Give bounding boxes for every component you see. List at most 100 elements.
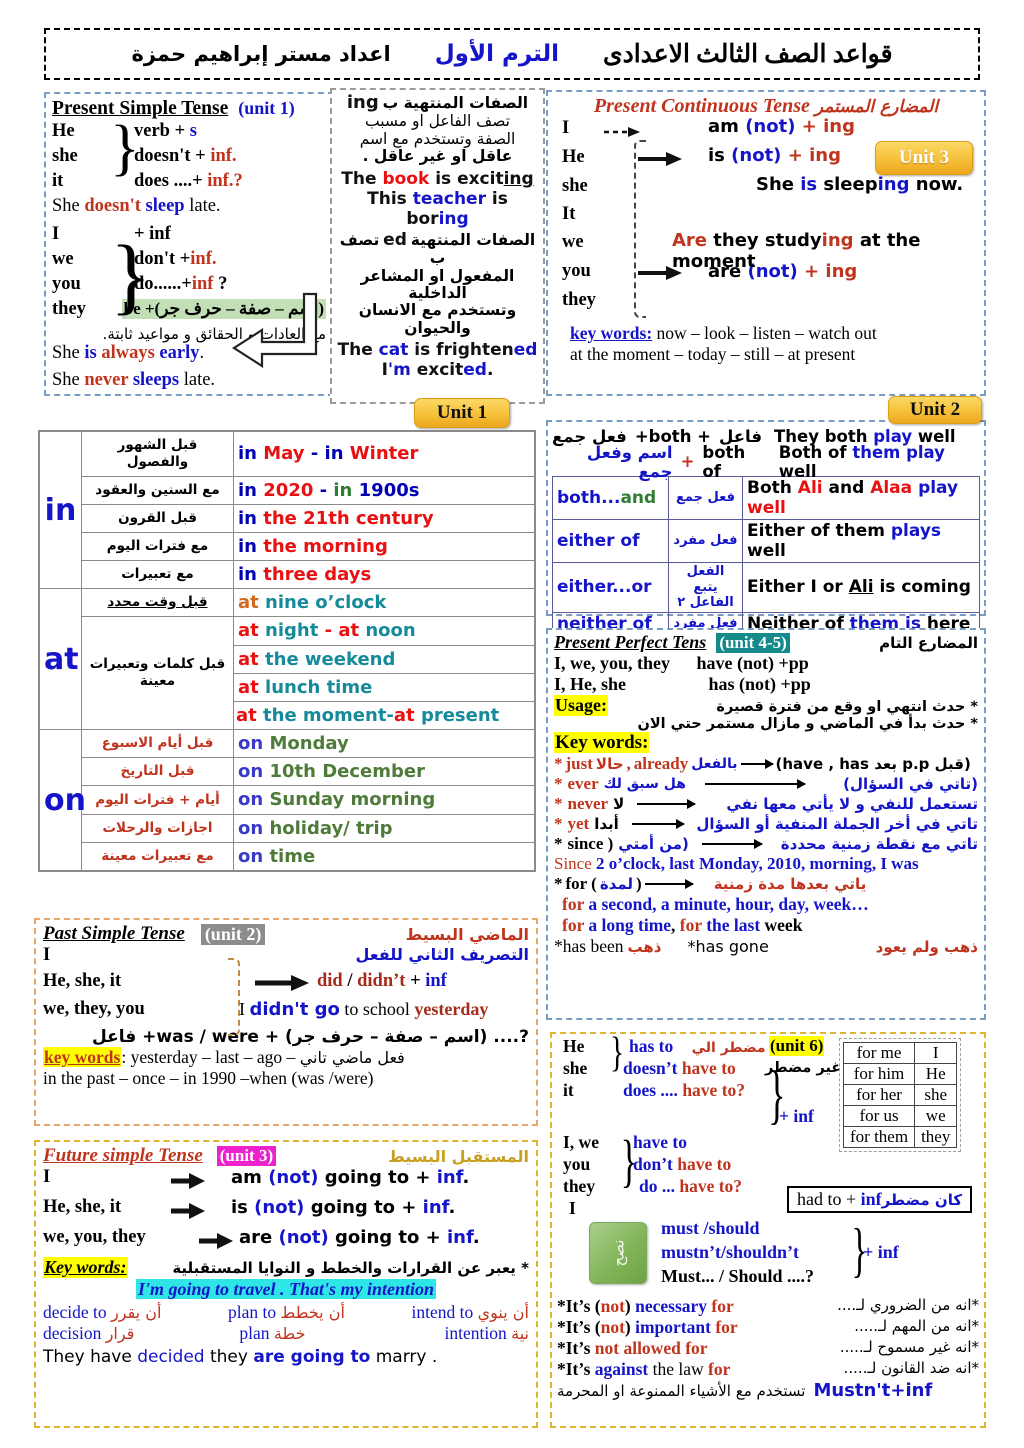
prep-usage-ar: مع فترات اليوم: [81, 531, 234, 562]
keywords-label: key words:: [570, 323, 653, 343]
arrow-icon: [705, 779, 806, 789]
pronoun-they: they: [563, 1176, 596, 1196]
past-row-3: we, they, you I didn't go to school yest…: [43, 999, 529, 1027]
form-text: verb +: [134, 121, 190, 141]
pronoun-i: I: [562, 118, 570, 138]
ex-be: is: [84, 343, 97, 363]
been-gone-row: * has been ذهب *has gone ذهب ولم يعود: [554, 936, 978, 957]
expression-ar: *انه غير مسموح لـ.....: [839, 1338, 979, 1356]
kw-word: never: [567, 794, 609, 813]
badge-unit-3[interactable]: Unit 3: [875, 141, 973, 175]
pronoun-you: you: [52, 274, 81, 294]
arrow-icon: [644, 879, 694, 889]
past-keywords-1: key words: yesterday – last – ago – فعل …: [43, 1047, 529, 1068]
prep-example: on holiday/ trip: [233, 813, 535, 843]
prepositions-table: in قبل الشهور والفصول in May - in Winter…: [38, 430, 536, 872]
pp-usage-1: Usage: * حدث انتهي او وقع من فترة قصيرة: [554, 695, 978, 716]
modal-q: does ....: [623, 1080, 683, 1100]
adj-example-1: The book is exciting: [337, 169, 538, 189]
ex-kw: yesterday: [414, 999, 489, 1019]
connector-label: either...or: [552, 562, 669, 613]
connector-rule-ar: فعل جمع: [668, 476, 743, 520]
ex-pre: *It’s: [557, 1359, 595, 1379]
ex-pre: *It’s (: [557, 1317, 601, 1337]
inf-token: inf: [436, 1167, 463, 1188]
vocab-en: decision: [43, 1323, 102, 1343]
present-simple-group1: } He verb + s she doesn't + inf. it does ..…: [52, 117, 326, 196]
sep: ,: [671, 915, 680, 935]
been-label: has been: [562, 936, 624, 956]
pronoun: I: [914, 1042, 958, 1064]
prep-usage-ar: قبل التاريخ: [81, 757, 234, 787]
bullet: *: [554, 814, 563, 833]
present-simple-heading: Present Simple Tense (unit 1): [52, 98, 326, 120]
badge-unit-1[interactable]: Unit 1: [414, 398, 510, 428]
adj-line-4: عاقل او غير عاقل .: [362, 146, 513, 165]
ex-mid: they study: [707, 230, 822, 251]
future-final-example: They have decided they are going to marr…: [43, 1347, 529, 1367]
ex-pre: The: [337, 340, 379, 361]
adj-line-3: الصفة وتستخدم مع اسم: [359, 129, 516, 148]
ex-suffix: ed: [513, 340, 538, 361]
kw-note: (قبل p.p بعد have , has): [775, 755, 971, 773]
not-token: (not): [731, 145, 782, 166]
ex-body: 2 o’clock, last Monday, 2010, morning, I…: [596, 854, 919, 873]
ing-token: ing: [809, 145, 841, 166]
ex-mid: they: [204, 1347, 254, 1367]
keywords-label: Key words:: [554, 732, 650, 753]
plus-inf-label: + inf: [779, 1106, 814, 1126]
past-example: I didn't go to school yesterday: [239, 999, 488, 1020]
prep-example: in three days: [233, 560, 535, 590]
prep-usage-ar: قبل الشهور والفصول: [81, 431, 234, 477]
pronoun-it: it: [52, 171, 64, 191]
expression-row-3: *It’s not allowed for *انه غير مسموح لـ.…: [557, 1338, 979, 1359]
kw-for-word-2: for: [679, 915, 702, 935]
expression-ar: *انه ضد القانون لـ.....: [843, 1359, 979, 1377]
ex-post: late.: [184, 196, 221, 216]
not-token: not: [600, 1317, 625, 1337]
pronoun-we: we: [52, 249, 74, 269]
connector-label: either of: [552, 519, 669, 563]
bullet: *: [554, 874, 563, 893]
not-token: (not): [254, 1197, 305, 1218]
for-token: for: [708, 1359, 731, 1379]
adj-token: necessary: [635, 1296, 708, 1316]
curved-arrow-icon: [231, 292, 318, 369]
ex-verb: sleep: [145, 196, 185, 216]
for-pronoun-table: for me I for him He for her she for us we fo…: [842, 1042, 958, 1148]
kw-word: since ): [567, 834, 614, 853]
pc-keywords-line1: key words: now – look – listen – watch o…: [556, 323, 976, 344]
pronoun-i: I: [43, 1167, 51, 1187]
not-token: (not): [745, 116, 796, 137]
form-inf: inf: [425, 971, 447, 991]
prep-usage-ar: قبل وقت محدد: [81, 588, 234, 618]
badge-unit-6[interactable]: (unit 6): [769, 1036, 825, 1056]
keywords-label: key words: [44, 1047, 121, 1067]
pp-subject: I, we, you, they: [554, 653, 670, 673]
past-was-were-rule: ?.... (اسم – صفة – حرف جر) + was / were+…: [43, 1027, 529, 1047]
for-phrase: for her: [842, 1084, 916, 1106]
badge-unit-2[interactable]: Unit 2: [888, 396, 982, 424]
past-keywords-2: in the past – once – in 1990 –when (was …: [43, 1068, 374, 1088]
past-heading: Past Simple Tense (unit 2) الماضي البسيط: [43, 923, 529, 945]
adjectives-ing-ed-panel: ing الصفات المنتهية ب تصف الفاعل او مسبب…: [330, 88, 545, 404]
future-title: Future simple Tense: [43, 1145, 203, 1166]
pronoun: we: [914, 1105, 958, 1127]
form-accent: s: [189, 121, 197, 141]
ex-mid: is excit: [429, 169, 504, 190]
table-row: for me I: [842, 1042, 958, 1064]
past-simple-panel: Past Simple Tense (unit 2) الماضي البسيط…: [34, 918, 538, 1126]
paren: ): [636, 874, 642, 893]
pp-title-ar: المضارع التام: [879, 633, 978, 652]
ex-ing: ing: [821, 230, 854, 251]
prep-example: in the 21th century: [233, 503, 535, 533]
future-vocab-row-2: decision قرار plan خطة intention نية: [43, 1323, 529, 1344]
bullet: *: [554, 794, 563, 813]
pronoun-group: we, you, they: [43, 1227, 146, 1247]
solid-arrow-icon: [199, 1233, 233, 1249]
future-row-2: He, she, it is (not) going to + inf.: [43, 1197, 529, 1227]
plus-inf-label: + inf: [863, 1242, 899, 1262]
form-didnt: didn’t: [357, 971, 406, 991]
vocab-ar: نية: [511, 1324, 529, 1343]
had-to-ar: كان مضطر: [881, 1191, 963, 1209]
